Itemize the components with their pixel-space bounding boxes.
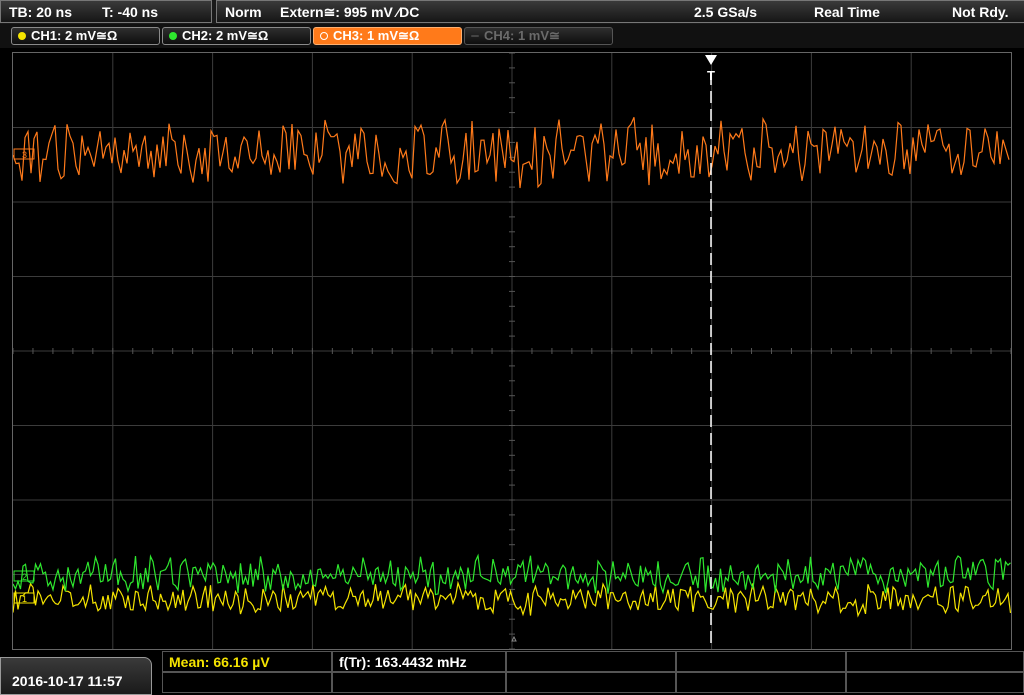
ch2-marker-label: 2 [22, 572, 27, 582]
measurement-cell-10[interactable] [846, 672, 1024, 693]
measurement-cell-6[interactable] [162, 672, 332, 693]
measurement-cell-7[interactable] [332, 672, 506, 693]
measurement-table[interactable]: Mean: 66.16 µV f(Tr): 163.4432 mHz [162, 651, 1024, 695]
trigger-position-icon[interactable] [705, 55, 717, 65]
ch2-indicator-icon [169, 32, 177, 40]
ch3-offset-marker[interactable]: 3 [13, 148, 35, 160]
measurement-cell-5[interactable] [846, 651, 1024, 672]
measurement-cell-4[interactable] [676, 651, 846, 672]
channel-tabs: CH1: 2 mV≅Ω CH2: 2 mV≅Ω CH3: 1 mV≅Ω CH4:… [0, 24, 1024, 48]
channel-tab-ch1[interactable]: CH1: 2 mV≅Ω [11, 27, 160, 45]
timebase-value: TB: 20 ns [9, 4, 73, 20]
ch4-label: CH4: 1 mV≅ [484, 28, 560, 43]
measurement-cell-3[interactable] [506, 651, 676, 672]
measurement-cell-8[interactable] [506, 672, 676, 693]
measurement-cell-9[interactable] [676, 672, 846, 693]
ch2-offset-marker[interactable]: 2 [13, 570, 35, 582]
channel-tab-ch3[interactable]: CH3: 1 mV≅Ω [313, 27, 462, 45]
channel-tab-ch4[interactable]: CH4: 1 mV≅ [464, 27, 613, 45]
top-status-bar: TB: 20 ns T: -40 ns Norm Extern≅: 995 mV… [0, 0, 1024, 24]
trigger-mode: Norm [225, 4, 262, 20]
horizontal-center-icon [511, 635, 517, 642]
waveform-display[interactable]: T 3 2 1 [12, 52, 1012, 650]
ch3-label: CH3: 1 mV≅Ω [333, 28, 420, 43]
ch1-marker-label: 1 [22, 594, 27, 604]
timebase-panel[interactable]: TB: 20 ns T: -40 ns [0, 0, 212, 23]
sample-rate: 2.5 GSa/s [694, 4, 758, 20]
trigger-offset-value: T: -40 ns [102, 4, 159, 20]
trigger-marker-label: T [707, 68, 715, 83]
waveform-graticule: T 3 2 1 [13, 53, 1011, 649]
channel-tab-ch2[interactable]: CH2: 2 mV≅Ω [162, 27, 311, 45]
ch1-indicator-icon [18, 32, 26, 40]
ch3-marker-label: 3 [22, 150, 27, 160]
trigger-panel[interactable]: Norm Extern≅: 995 mV ⁄DC 2.5 GSa/s Real … [216, 0, 1024, 23]
acquisition-mode: Real Time [814, 4, 880, 20]
ch4-indicator-icon [471, 35, 479, 37]
ch3-indicator-icon [320, 32, 328, 40]
datetime-value: 2016-10-17 11:57 [12, 673, 123, 689]
frequency-measurement: f(Tr): 163.4432 mHz [339, 654, 467, 670]
ch1-label: CH1: 2 mV≅Ω [31, 28, 118, 43]
acquisition-status: Not Rdy. [952, 4, 1009, 20]
datetime-panel: 2016-10-17 11:57 [0, 657, 152, 695]
trigger-source: Extern≅: 995 mV ⁄DC [280, 4, 420, 20]
ch2-label: CH2: 2 mV≅Ω [182, 28, 269, 43]
mean-measurement: Mean: 66.16 µV [169, 654, 270, 670]
